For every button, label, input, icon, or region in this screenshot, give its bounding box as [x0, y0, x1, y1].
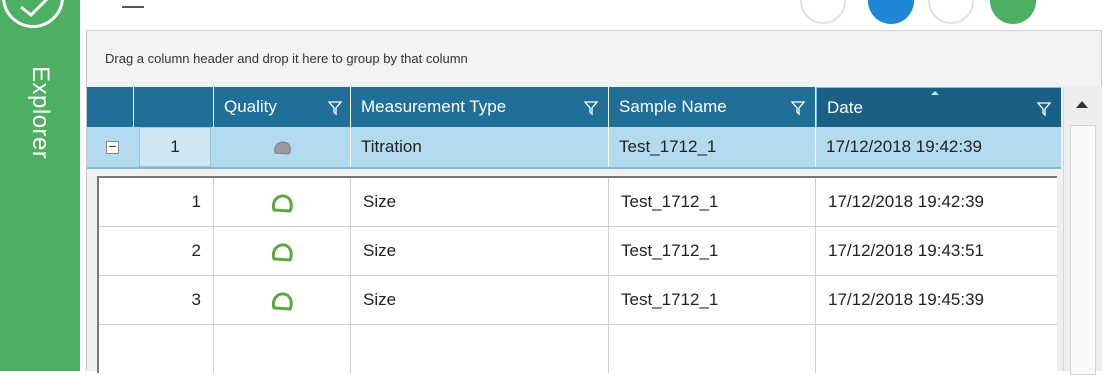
- row-index: 2: [99, 227, 214, 275]
- row-index: 1: [99, 178, 214, 226]
- check-circle-icon[interactable]: [2, 0, 64, 28]
- green-quality-icon: [271, 194, 293, 213]
- toolbar-circle-button[interactable]: [928, 0, 974, 24]
- filter-icon[interactable]: [1037, 101, 1051, 117]
- table-row[interactable]: [99, 325, 1057, 373]
- sample-name-cell: Test_1712_1: [609, 276, 816, 324]
- group-by-hint: Drag a column header and drop it here to…: [105, 51, 468, 66]
- header-sample-name-label: Sample Name: [619, 97, 727, 116]
- sample-name-cell: Test_1712_1: [609, 227, 816, 275]
- group-by-panel[interactable]: Drag a column header and drop it here to…: [87, 30, 1101, 86]
- measurement-type-cell: Titration: [351, 127, 609, 167]
- header-expander-column[interactable]: [87, 87, 134, 127]
- row-index: [99, 325, 214, 373]
- green-quality-icon: [271, 292, 293, 311]
- minimize-icon[interactable]: [122, 6, 144, 8]
- header-quality-label: Quality: [224, 97, 277, 116]
- header-measurement-type[interactable]: Measurement Type: [351, 87, 609, 127]
- header-date-label: Date: [827, 98, 863, 117]
- date-cell: 17/12/2018 19:42:39: [826, 137, 982, 156]
- quality-cell: [214, 325, 351, 373]
- measurement-type-cell: Size: [351, 227, 609, 275]
- toolbar-circle-button[interactable]: [800, 0, 846, 24]
- filter-icon[interactable]: [328, 100, 342, 116]
- header-measurement-type-label: Measurement Type: [361, 97, 507, 116]
- date-cell: 17/12/2018 19:42:39: [828, 192, 984, 211]
- header-sample-name[interactable]: Sample Name: [609, 87, 816, 127]
- green-quality-icon: [271, 243, 293, 262]
- quality-cell: [214, 276, 351, 324]
- child-table: 1 Size Test_1712_1 17/12/2018 19:42:39 2…: [97, 176, 1057, 373]
- grid-header: Quality Measurement Type Sample Name Dat…: [87, 87, 1061, 127]
- sort-ascending-icon: [931, 91, 939, 95]
- row-index: 1: [139, 127, 211, 167]
- quality-cell: [214, 227, 351, 275]
- row-index: 3: [99, 276, 214, 324]
- quality-cell: [214, 178, 351, 226]
- sample-name-cell: [609, 325, 816, 373]
- vertical-scrollbar[interactable]: [1063, 87, 1102, 375]
- date-cell: 17/12/2018 19:43:51: [828, 241, 984, 260]
- table-row[interactable]: 2 Size Test_1712_1 17/12/2018 19:43:51: [99, 227, 1057, 276]
- date-cell: 17/12/2018 19:45:39: [828, 290, 984, 309]
- scrollbar-thumb[interactable]: [1070, 125, 1096, 375]
- filter-icon[interactable]: [791, 100, 805, 116]
- collapse-icon[interactable]: −: [106, 139, 119, 154]
- header-quality[interactable]: Quality: [214, 87, 351, 127]
- sample-name-cell: Test_1712_1: [609, 178, 816, 226]
- header-index-column[interactable]: [134, 87, 214, 127]
- results-grid: Drag a column header and drop it here to…: [86, 30, 1102, 375]
- explorer-label: Explorer: [27, 66, 54, 160]
- filter-icon[interactable]: [584, 100, 598, 116]
- table-row-selected[interactable]: − 1 Titration Test_1712_1 17/12/2018 19:…: [87, 127, 1061, 169]
- toolbar-green-circle-button[interactable]: [990, 0, 1036, 24]
- scroll-up-arrow-icon[interactable]: [1076, 101, 1088, 108]
- table-row[interactable]: 1 Size Test_1712_1 17/12/2018 19:42:39: [99, 178, 1057, 227]
- measurement-type-cell: Size: [351, 276, 609, 324]
- measurement-type-cell: [351, 325, 609, 373]
- quality-cell: [214, 127, 351, 167]
- grey-quality-icon: [274, 141, 291, 155]
- table-row[interactable]: 3 Size Test_1712_1 17/12/2018 19:45:39: [99, 276, 1057, 325]
- top-toolbar: [80, 0, 1108, 28]
- explorer-panel-tab[interactable]: Explorer: [0, 0, 80, 371]
- header-date[interactable]: Date: [816, 87, 1061, 127]
- sample-name-cell: Test_1712_1: [609, 127, 816, 167]
- toolbar-blue-circle-button[interactable]: [868, 0, 914, 24]
- measurement-type-cell: Size: [351, 178, 609, 226]
